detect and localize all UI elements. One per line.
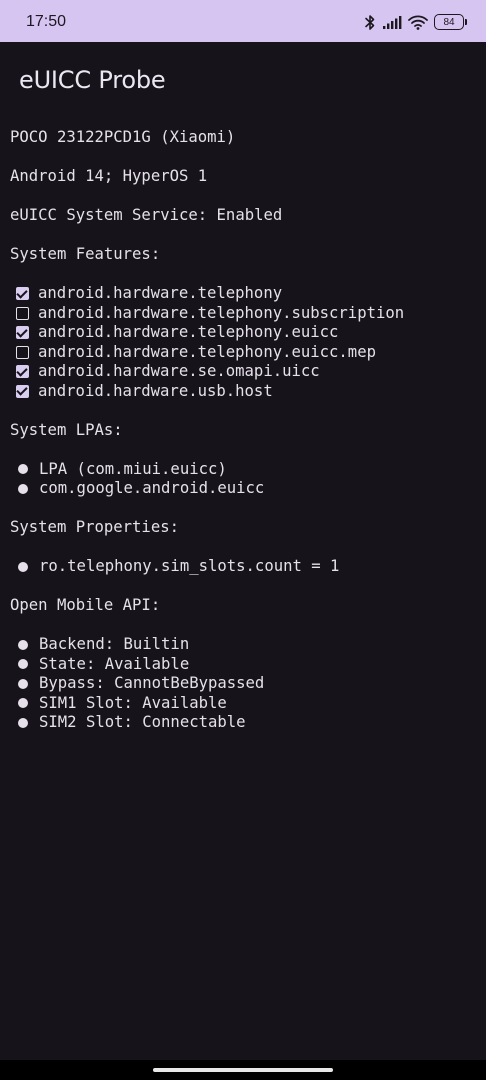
bullet-icon xyxy=(18,659,28,670)
system-lpas-list: LPA (com.miui.euicc) com.google.android.… xyxy=(10,460,480,499)
feature-label: android.hardware.se.omapi.uicc xyxy=(38,362,320,380)
omapi-label: State: Available xyxy=(39,654,190,673)
system-features-heading: System Features: xyxy=(10,245,161,263)
navigation-bar xyxy=(0,1060,486,1080)
feature-item: android.hardware.telephony.euicc.mep xyxy=(10,343,480,363)
bluetooth-icon xyxy=(364,14,376,31)
list-item: LPA (com.miui.euicc) xyxy=(10,460,480,480)
feature-item: android.hardware.usb.host xyxy=(10,382,480,402)
system-features-list: android.hardware.telephony android.hardw… xyxy=(10,284,480,401)
signal-icon xyxy=(382,15,402,30)
checkbox-checked-icon xyxy=(16,365,29,379)
open-mobile-api-heading: Open Mobile API: xyxy=(10,596,161,614)
feature-label: android.hardware.telephony xyxy=(38,284,283,302)
list-item: ro.telephony.sim_slots.count = 1 xyxy=(10,557,480,577)
feature-label: android.hardware.telephony.subscription xyxy=(38,303,405,322)
checkbox-checked-icon xyxy=(16,287,29,301)
device-model: POCO 23122PCD1G (Xiaomi) xyxy=(10,128,236,146)
feature-item: android.hardware.se.omapi.uicc xyxy=(10,362,480,382)
system-properties-list: ro.telephony.sim_slots.count = 1 xyxy=(10,557,480,577)
feature-item: android.hardware.telephony xyxy=(10,284,480,304)
system-properties-heading: System Properties: xyxy=(10,518,179,536)
list-item: Backend: Builtin xyxy=(10,635,480,655)
euicc-service-status: eUICC System Service: Enabled xyxy=(10,206,283,224)
feature-item: android.hardware.telephony.subscription xyxy=(10,304,480,324)
status-icons: 84 xyxy=(364,11,467,33)
omapi-label: SIM1 Slot: Available xyxy=(39,693,227,712)
bullet-icon xyxy=(18,717,28,728)
app-title: eUICC Probe xyxy=(19,66,166,94)
lpa-label: LPA (com.miui.euicc) xyxy=(39,459,227,478)
checkbox-checked-icon xyxy=(16,326,29,340)
bullet-icon xyxy=(18,698,28,709)
wifi-icon xyxy=(408,15,428,30)
list-item: Bypass: CannotBeBypassed xyxy=(10,674,480,694)
feature-label: android.hardware.telephony.euicc xyxy=(38,323,339,341)
checkbox-unchecked-icon xyxy=(16,345,29,359)
omapi-label: SIM2 Slot: Connectable xyxy=(39,713,246,731)
system-lpas-heading: System LPAs: xyxy=(10,420,123,439)
battery-icon: 84 xyxy=(434,14,467,30)
bullet-icon xyxy=(18,464,28,475)
checkbox-checked-icon xyxy=(16,384,29,398)
status-time: 17:50 xyxy=(26,13,67,30)
os-version: Android 14; HyperOS 1 xyxy=(10,167,208,185)
lpa-label: com.google.android.euicc xyxy=(39,479,265,497)
bullet-icon xyxy=(18,639,28,650)
home-gesture-handle[interactable] xyxy=(153,1068,333,1072)
property-label: ro.telephony.sim_slots.count = 1 xyxy=(39,557,340,575)
omapi-label: Bypass: CannotBeBypassed xyxy=(39,674,265,692)
feature-item: android.hardware.telephony.euicc xyxy=(10,323,480,343)
bullet-icon xyxy=(18,483,28,494)
list-item: State: Available xyxy=(10,655,480,675)
feature-label: android.hardware.telephony.euicc.mep xyxy=(38,342,376,361)
bullet-icon xyxy=(18,561,28,572)
status-bar: 17:50 84 xyxy=(0,0,486,42)
list-item: SIM1 Slot: Available xyxy=(10,694,480,714)
feature-label: android.hardware.usb.host xyxy=(38,381,273,400)
list-item: SIM2 Slot: Connectable xyxy=(10,713,480,733)
list-item: com.google.android.euicc xyxy=(10,479,480,499)
bullet-icon xyxy=(18,678,28,689)
omapi-label: Backend: Builtin xyxy=(39,635,190,653)
probe-content: POCO 23122PCD1G (Xiaomi) Android 14; Hyp… xyxy=(10,128,480,733)
checkbox-unchecked-icon xyxy=(16,306,29,320)
open-mobile-api-list: Backend: Builtin State: Available Bypass… xyxy=(10,635,480,733)
